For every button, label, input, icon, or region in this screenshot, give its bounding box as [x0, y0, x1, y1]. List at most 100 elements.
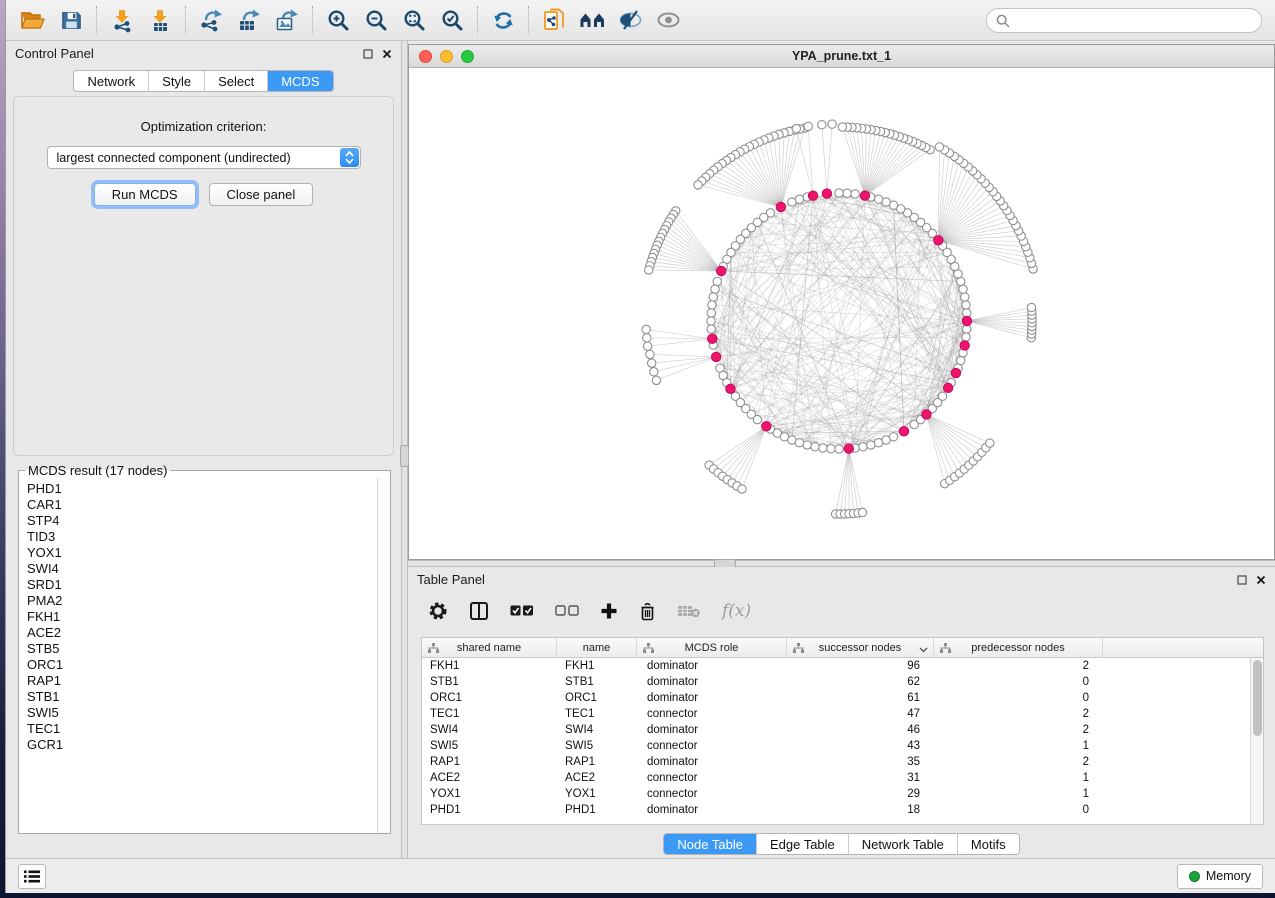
network-window-titlebar[interactable]: YPA_prune.txt_1: [409, 45, 1274, 68]
mcds-result-item[interactable]: SWI5: [27, 705, 377, 721]
table-cell[interactable]: SWI5: [422, 738, 557, 754]
network-hub-node[interactable]: [844, 444, 853, 453]
mcds-result-item[interactable]: ACE2: [27, 625, 377, 641]
network-node[interactable]: [792, 124, 800, 132]
table-cell[interactable]: connector: [637, 770, 787, 786]
table-cell[interactable]: 1: [934, 770, 1103, 786]
network-hub-node[interactable]: [899, 427, 908, 436]
table-row[interactable]: PHD1PHD1dominator180: [422, 802, 1250, 818]
mcds-result-item[interactable]: STB5: [27, 641, 377, 657]
table-cell[interactable]: 62: [787, 674, 934, 690]
network-node[interactable]: [962, 301, 970, 309]
network-node[interactable]: [646, 350, 654, 358]
network-node[interactable]: [961, 293, 969, 301]
table-cell[interactable]: 96: [787, 658, 934, 674]
table-cell[interactable]: 2: [934, 754, 1103, 770]
new-network-from-selection-button[interactable]: [535, 4, 573, 36]
table-cell[interactable]: 18: [787, 802, 934, 818]
table-cell[interactable]: TEC1: [422, 706, 557, 722]
network-hub-node[interactable]: [960, 341, 969, 350]
close-panel-button[interactable]: Close panel: [209, 183, 314, 206]
zoom-fit-button[interactable]: [395, 4, 433, 36]
mcds-result-item[interactable]: CAR1: [27, 497, 377, 513]
column-header-successor-nodes[interactable]: successor nodes: [787, 638, 934, 658]
network-node[interactable]: [709, 293, 717, 301]
table-cell[interactable]: YOX1: [557, 786, 637, 802]
table-row[interactable]: STB1STB1dominator620: [422, 674, 1250, 690]
trash-icon[interactable]: [639, 602, 656, 621]
mcds-result-item[interactable]: ORC1: [27, 657, 377, 673]
network-node[interactable]: [811, 443, 819, 451]
table-row[interactable]: FKH1FKH1dominator962: [422, 658, 1250, 674]
vertical-splitter[interactable]: [401, 41, 408, 858]
table-cell[interactable]: connector: [637, 706, 787, 722]
table-cell[interactable]: STB1: [557, 674, 637, 690]
network-node[interactable]: [938, 392, 946, 400]
table-row[interactable]: SWI5SWI5connector431: [422, 738, 1250, 754]
network-node[interactable]: [738, 485, 746, 493]
network-node[interactable]: [889, 433, 897, 441]
export-image-button[interactable]: [268, 4, 306, 36]
network-node[interactable]: [818, 121, 826, 129]
table-cell[interactable]: 0: [934, 674, 1103, 690]
network-node[interactable]: [867, 441, 875, 449]
network-node[interactable]: [642, 325, 650, 333]
table-cell[interactable]: dominator: [637, 722, 787, 738]
network-hub-node[interactable]: [962, 316, 971, 325]
table-cell[interactable]: PHD1: [557, 802, 637, 818]
network-hub-node[interactable]: [934, 236, 943, 245]
network-node[interactable]: [707, 325, 715, 333]
network-node[interactable]: [645, 266, 653, 274]
mcds-result-list[interactable]: PHD1CAR1STP4TID3YOX1SWI4SRD1PMA2FKH1ACE2…: [19, 478, 377, 833]
tab-style[interactable]: Style: [148, 71, 204, 91]
tab-network-table[interactable]: Network Table: [848, 834, 957, 854]
export-table-button[interactable]: [230, 4, 268, 36]
run-mcds-button[interactable]: Run MCDS: [94, 183, 196, 206]
network-node[interactable]: [643, 342, 651, 350]
table-cell[interactable]: 31: [787, 770, 934, 786]
table-cell[interactable]: 1: [934, 786, 1103, 802]
table-cell[interactable]: connector: [637, 786, 787, 802]
apply-layout-button[interactable]: [484, 4, 522, 36]
table-cell[interactable]: ORC1: [557, 690, 637, 706]
network-node[interactable]: [851, 190, 859, 198]
mcds-result-item[interactable]: STP4: [27, 513, 377, 529]
network-node[interactable]: [859, 443, 867, 451]
network-node[interactable]: [959, 285, 967, 293]
network-node[interactable]: [1027, 303, 1035, 311]
mcds-result-item[interactable]: SRD1: [27, 577, 377, 593]
network-node[interactable]: [835, 445, 843, 453]
network-node[interactable]: [711, 285, 719, 293]
table-cell[interactable]: SWI4: [557, 722, 637, 738]
mcds-result-item[interactable]: YOX1: [27, 545, 377, 561]
tab-motifs[interactable]: Motifs: [957, 834, 1019, 854]
search-box[interactable]: [986, 8, 1262, 33]
mcds-result-item[interactable]: TID3: [27, 529, 377, 545]
splitter-grip[interactable]: [400, 445, 409, 467]
mcds-result-item[interactable]: PHD1: [27, 481, 377, 497]
network-hub-node[interactable]: [708, 334, 717, 343]
network-node[interactable]: [707, 309, 715, 317]
network-hub-node[interactable]: [808, 191, 817, 200]
import-table-button[interactable]: [141, 4, 179, 36]
table-cell[interactable]: 0: [934, 802, 1103, 818]
table-cell[interactable]: 2: [934, 722, 1103, 738]
network-hub-node[interactable]: [860, 191, 869, 200]
network-node[interactable]: [957, 356, 965, 364]
tab-mcds[interactable]: MCDS: [267, 71, 332, 91]
network-node[interactable]: [804, 122, 812, 130]
mcds-result-item[interactable]: TEC1: [27, 721, 377, 737]
table-cell[interactable]: 61: [787, 690, 934, 706]
table-cell[interactable]: 35: [787, 754, 934, 770]
table-cell[interactable]: FKH1: [422, 658, 557, 674]
table-cell[interactable]: ACE2: [557, 770, 637, 786]
mcds-result-item[interactable]: GCR1: [27, 737, 377, 753]
table-cell[interactable]: RAP1: [422, 754, 557, 770]
network-node[interactable]: [819, 444, 827, 452]
result-scrollbar[interactable]: [377, 478, 390, 833]
table-cell[interactable]: dominator: [637, 674, 787, 690]
window-close-button[interactable]: [419, 50, 432, 63]
network-node[interactable]: [652, 376, 660, 384]
table-row[interactable]: TEC1TEC1connector472: [422, 706, 1250, 722]
network-node[interactable]: [827, 445, 835, 453]
